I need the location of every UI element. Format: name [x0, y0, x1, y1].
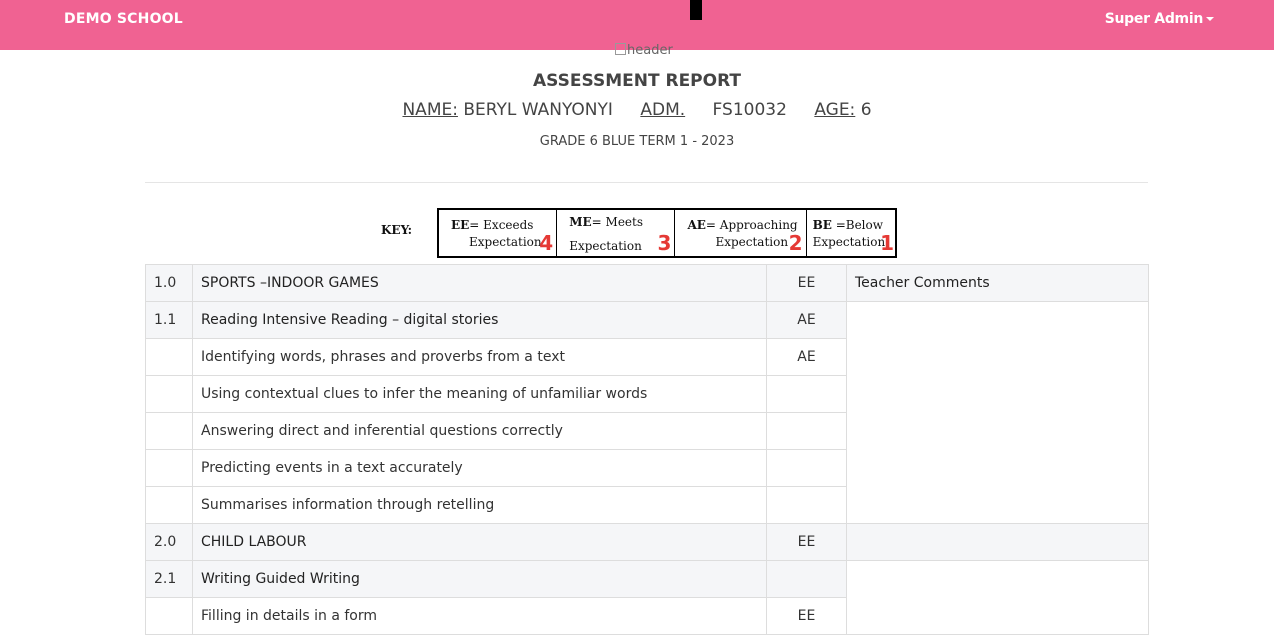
table-row: 2.0 CHILD LABOUR EE [145, 523, 1149, 561]
adm-value: FS10032 [712, 100, 787, 120]
comments-header: Teacher Comments [846, 264, 1149, 302]
key-number: 4 [539, 231, 554, 255]
row-description: Reading Intensive Reading – digital stor… [192, 301, 767, 339]
key-code: BE [812, 218, 832, 232]
key-text: = Exceeds [469, 218, 534, 232]
row-description: Predicting events in a text accurately [192, 449, 767, 487]
row-description: Answering direct and inferential questio… [192, 412, 767, 450]
row-grade: AE [766, 338, 847, 376]
row-grade [766, 560, 847, 598]
row-grade [766, 412, 847, 450]
key-label: KEY: [381, 223, 413, 237]
key-line2: Expectation [569, 239, 642, 253]
key-line2: Expectation [812, 235, 886, 249]
key-line2: Expectation [715, 235, 789, 249]
key-item-ae: AE= Approaching Expectation 2 [675, 210, 807, 256]
brand-link[interactable]: DEMO SCHOOL [64, 11, 183, 27]
row-description: Writing Guided Writing [192, 560, 767, 598]
row-description: Using contextual clues to infer the mean… [192, 375, 767, 413]
teacher-comments-cell [846, 523, 1149, 561]
user-menu-dropdown[interactable]: Super Admin [1105, 11, 1214, 27]
row-number: 1.1 [145, 301, 193, 339]
row-number [145, 375, 193, 413]
key-number: 3 [657, 231, 672, 255]
row-description: SPORTS –INDOOR GAMES [192, 264, 767, 302]
key-number: 1 [880, 231, 894, 255]
table-row: 1.0 SPORTS –INDOOR GAMES EE Teacher Comm… [145, 264, 1149, 302]
row-description: Filling in details in a form [192, 597, 767, 635]
key-number: 2 [788, 231, 803, 255]
grade-term: GRADE 6 BLUE TERM 1 - 2023 [539, 134, 735, 149]
row-number: 2.1 [145, 560, 193, 598]
row-number [145, 449, 193, 487]
key-code: EE [451, 218, 470, 232]
report-title: ASSESSMENT REPORT [532, 71, 742, 91]
row-grade [766, 375, 847, 413]
name-value: BERYL WANYONYI [463, 100, 613, 120]
adm-label: ADM. [640, 100, 686, 120]
row-number: 2.0 [145, 523, 193, 561]
chevron-down-icon [1206, 17, 1214, 21]
user-menu-label: Super Admin [1104, 11, 1204, 27]
key-item-me: ME= Meets Expectation 3 [557, 210, 676, 256]
broken-image-icon [615, 43, 626, 55]
table-row: 2.1 Writing Guided Writing [145, 560, 1149, 635]
row-number [145, 338, 193, 376]
name-label: NAME: [402, 100, 458, 120]
row-grade: EE [766, 597, 847, 635]
row-grade: AE [766, 301, 847, 339]
age-label: AGE: [814, 100, 856, 120]
header-image: header [615, 43, 673, 58]
student-info: NAME: BERYL WANYONYI ADM. FS10032 AGE: 6 [0, 100, 1274, 120]
key-code: AE [687, 218, 706, 232]
teacher-comments-cell [846, 301, 1149, 524]
row-description: Summarises information through retelling [192, 486, 767, 524]
row-number [145, 486, 193, 524]
key-text: = Meets [591, 215, 643, 229]
row-number [145, 412, 193, 450]
age-value: 6 [860, 100, 872, 120]
grading-key: EE= Exceeds Expectation 4 ME= Meets Expe… [437, 208, 897, 258]
key-text: =Below [831, 218, 883, 232]
key-line2: Expectation [469, 235, 542, 249]
row-number: 1.0 [145, 264, 193, 302]
divider [145, 182, 1148, 183]
row-grade: EE [766, 523, 847, 561]
key-item-be: BE =Below Expectation 1 [807, 210, 895, 256]
row-number [145, 597, 193, 635]
key-item-ee: EE= Exceeds Expectation 4 [439, 210, 558, 256]
assessment-table: 1.0 SPORTS –INDOOR GAMES EE Teacher Comm… [145, 264, 1149, 635]
teacher-comments-cell [846, 560, 1149, 635]
cursor-marker [690, 0, 702, 20]
row-grade [766, 449, 847, 487]
row-grade: EE [766, 264, 847, 302]
header-image-alt: header [627, 43, 673, 58]
row-description: CHILD LABOUR [192, 523, 767, 561]
row-grade [766, 486, 847, 524]
row-description: Identifying words, phrases and proverbs … [192, 338, 767, 376]
key-code: ME [569, 215, 592, 229]
table-row: 1.1 Reading Intensive Reading – digital … [145, 301, 1149, 524]
key-text: = Approaching [705, 218, 798, 232]
